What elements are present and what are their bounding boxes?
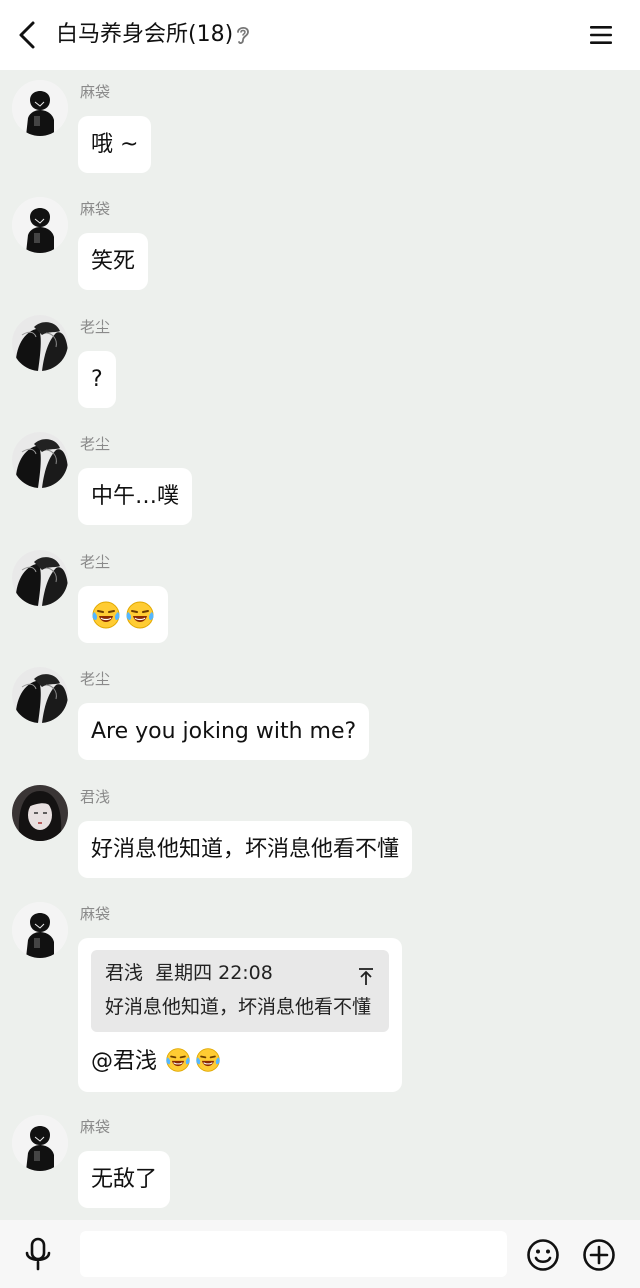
avatar-image [12,667,68,723]
avatar-image [12,315,68,371]
ear-icon [237,26,249,44]
message-bubble[interactable]: Are you joking with me? [78,703,370,760]
laughing-crying-emoji-icon [165,1047,195,1077]
sender-name: 老尘 [80,318,111,336]
microphone-icon[interactable] [22,1236,54,1272]
avatar-image [12,432,68,488]
menu-icon[interactable] [588,22,614,48]
avatar-madai[interactable] [12,1115,68,1171]
sender-name: 君浅 [80,788,111,806]
avatar-laochen[interactable] [12,315,68,371]
message-bubble[interactable]: 君浅 星期四 22:08 好消息他知道，坏消息他看不懂 @君浅 [78,938,402,1092]
message-bubble[interactable]: 中午…噗 [78,468,193,525]
sender-name: 麻袋 [80,1118,111,1136]
avatar-madai[interactable] [12,197,68,253]
input-bar [0,1220,640,1288]
smiley-icon[interactable] [526,1238,560,1272]
avatar-image [12,902,68,958]
quote-text: 好消息他知道，坏消息他看不懂 [105,996,372,1018]
sender-name: 麻袋 [80,905,111,923]
sender-name: 老尘 [80,435,111,453]
avatar-madai[interactable] [12,902,68,958]
emoji-row [91,586,155,643]
avatar-image [12,550,68,606]
sender-name: 麻袋 [80,83,111,101]
message-bubble[interactable]: 哦 ~ [78,116,152,173]
avatar-image [12,197,68,253]
avatar-laochen[interactable] [12,667,68,723]
laughing-crying-emoji-icon [195,1047,225,1077]
sender-name: 老尘 [80,670,111,688]
reply-line: @君浅 [91,1046,389,1078]
avatar-image [12,80,68,136]
avatar-junqian[interactable] [12,785,68,841]
laughing-crying-emoji-icon [125,600,155,630]
avatar-laochen[interactable] [12,550,68,606]
avatar-laochen[interactable] [12,432,68,488]
jump-to-original-icon[interactable] [357,966,375,986]
chat-header: 白马养身会所(18) [0,0,640,70]
quoted-message[interactable]: 君浅 星期四 22:08 好消息他知道，坏消息他看不懂 [91,950,389,1032]
quote-time: 星期四 22:08 [155,962,273,984]
message-bubble[interactable] [78,586,168,643]
message-bubble[interactable]: 好消息他知道，坏消息他看不懂 [78,821,413,878]
laughing-crying-emoji-icon [91,600,121,630]
message-bubble[interactable]: ? [78,351,116,408]
message-input[interactable] [80,1231,507,1277]
reply-text: @君浅 [91,1049,158,1074]
message-bubble[interactable]: 无敌了 [78,1151,171,1208]
quote-header: 君浅 星期四 22:08 [105,960,377,986]
plus-circle-icon[interactable] [582,1238,616,1272]
message-bubble[interactable]: 笑死 [78,233,149,290]
avatar-image [12,785,68,841]
sender-name: 老尘 [80,553,111,571]
back-chevron-icon[interactable] [14,19,42,51]
quote-author: 君浅 [105,962,144,984]
avatar-image [12,1115,68,1171]
avatar-madai[interactable] [12,80,68,136]
sender-name: 麻袋 [80,200,111,218]
chat-title: 白马养身会所(18) [56,22,234,47]
